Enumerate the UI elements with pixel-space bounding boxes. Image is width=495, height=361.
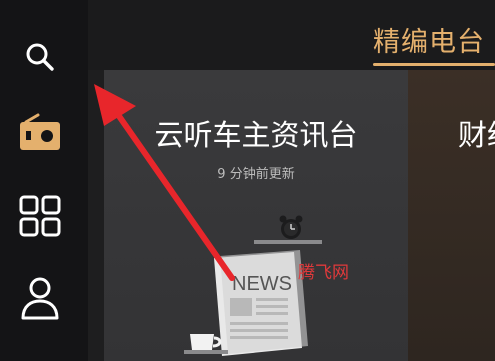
sidebar-item-profile[interactable] bbox=[14, 272, 66, 324]
sidebar-item-radio[interactable] bbox=[14, 106, 66, 158]
tab-active-indicator bbox=[373, 63, 495, 66]
newspaper-icon: NEWS bbox=[214, 250, 308, 356]
tab-featured-stations[interactable]: 精编电台 bbox=[373, 20, 485, 59]
sidebar-item-apps[interactable] bbox=[14, 190, 66, 242]
grid-apps-icon bbox=[19, 195, 61, 237]
station-card-update-time: 9 分钟前更新 bbox=[217, 167, 295, 182]
newspaper-headline: NEWS bbox=[232, 273, 292, 295]
user-profile-icon bbox=[21, 277, 59, 320]
sidebar bbox=[0, 0, 88, 361]
watermark-text: 腾飞网 bbox=[298, 263, 349, 283]
top-tab-bar: 精编电台 bbox=[88, 0, 495, 70]
app-screen: 精编电台 云听车主资讯台 9 分钟前更新 财经 NEWS bbox=[0, 0, 495, 361]
search-icon bbox=[26, 43, 54, 71]
station-card-2[interactable]: 财经 bbox=[408, 70, 495, 361]
station-card-title: 云听车主资讯台 bbox=[154, 118, 358, 152]
alarm-clock-icon bbox=[279, 215, 303, 239]
radio-icon bbox=[20, 113, 60, 150]
station-card-2-title: 财经 bbox=[458, 118, 495, 152]
sidebar-item-search[interactable] bbox=[14, 32, 66, 84]
news-illustration: NEWS bbox=[184, 215, 322, 356]
shelf bbox=[254, 240, 322, 244]
